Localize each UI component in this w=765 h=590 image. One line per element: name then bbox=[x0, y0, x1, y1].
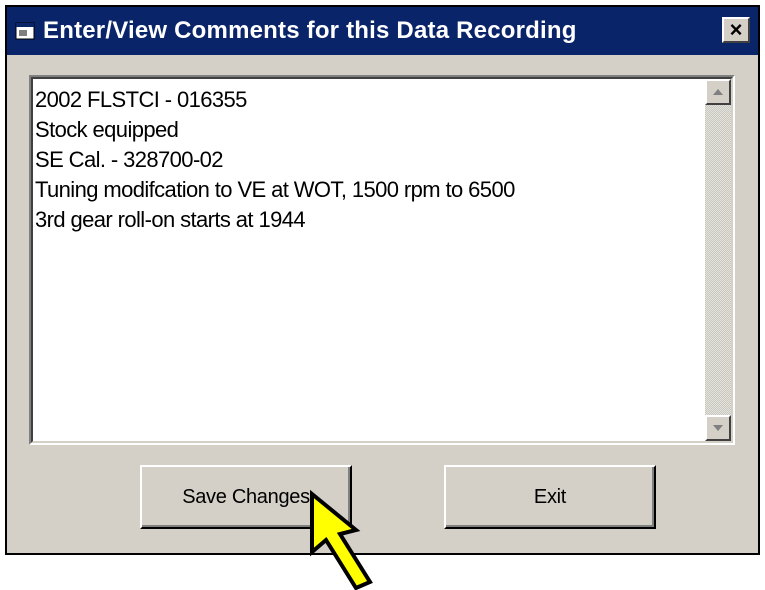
comments-textarea-inner: 2002 FLSTCI - 016355 Stock equipped SE C… bbox=[31, 77, 733, 443]
comment-line: 3rd gear roll-on starts at 1944 bbox=[35, 207, 306, 232]
vertical-scrollbar[interactable] bbox=[705, 79, 731, 441]
scroll-down-button[interactable] bbox=[705, 415, 731, 441]
comments-text[interactable]: 2002 FLSTCI - 016355 Stock equipped SE C… bbox=[35, 85, 701, 235]
title-bar[interactable]: Enter/View Comments for this Data Record… bbox=[7, 7, 758, 55]
close-icon: × bbox=[729, 17, 743, 42]
comments-dialog: Enter/View Comments for this Data Record… bbox=[5, 5, 760, 555]
comment-line: Stock equipped bbox=[35, 117, 179, 142]
arrow-down-icon bbox=[713, 425, 723, 431]
close-button[interactable]: × bbox=[722, 17, 750, 43]
comments-textarea[interactable]: 2002 FLSTCI - 016355 Stock equipped SE C… bbox=[29, 75, 735, 445]
arrow-up-icon bbox=[713, 89, 723, 95]
comment-line: Tuning modifcation to VE at WOT, 1500 rp… bbox=[35, 177, 515, 202]
window-title: Enter/View Comments for this Data Record… bbox=[43, 17, 577, 44]
scroll-up-button[interactable] bbox=[705, 79, 731, 105]
comment-line: SE Cal. - 328700-02 bbox=[35, 147, 224, 172]
yellow-arrow-icon bbox=[310, 489, 373, 590]
window-app-icon bbox=[15, 22, 35, 40]
comment-line: 2002 FLSTCI - 016355 bbox=[35, 87, 247, 112]
exit-button[interactable]: Exit bbox=[444, 465, 656, 529]
